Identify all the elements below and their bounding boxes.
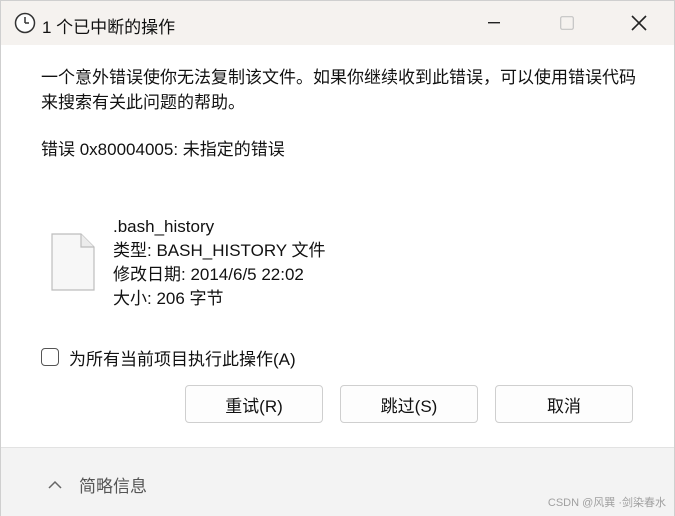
fewer-details-toggle[interactable]: 简略信息 [47, 472, 147, 497]
close-button[interactable] [616, 1, 662, 45]
maximize-button [544, 1, 590, 45]
minimize-icon [488, 22, 500, 24]
window-title: 1 个已中断的操作 [42, 18, 176, 37]
error-code: 错误 0x80004005: 未指定的错误 [41, 140, 285, 159]
file-icon [51, 233, 95, 291]
apply-to-all-checkbox[interactable] [41, 348, 59, 366]
file-details: .bash_history 类型: BASH_HISTORY 文件 修改日期: … [113, 215, 326, 311]
file-name: .bash_history [113, 217, 215, 236]
dialog-body: 一个意外错误使你无法复制该文件。如果你继续收到此错误，可以使用错误代码来搜索有关… [1, 45, 674, 447]
copy-error-dialog: 1 个已中断的操作 一个意外错误使你无法复制该文件。如果你继续收到此错误，可以使… [0, 0, 675, 516]
maximize-icon [560, 16, 574, 30]
apply-to-all-label[interactable]: 为所有当前项目执行此操作(A) [69, 345, 296, 370]
title-bar[interactable]: 1 个已中断的操作 [1, 1, 674, 45]
chevron-up-icon [48, 480, 62, 489]
cancel-button[interactable]: 取消 [495, 385, 633, 423]
file-modified-date: 修改日期: 2014/6/5 22:02 [113, 265, 304, 284]
file-type: 类型: BASH_HISTORY 文件 [113, 241, 326, 260]
watermark: CSDN @风巽 ·剑染春水 [547, 497, 666, 509]
file-size: 大小: 206 字节 [113, 289, 224, 308]
error-message: 一个意外错误使你无法复制该文件。如果你继续收到此错误，可以使用错误代码来搜索有关… [41, 68, 636, 112]
fewer-details-label[interactable]: 简略信息 [79, 472, 147, 497]
close-icon [631, 15, 647, 31]
dialog-footer: 简略信息 CSDN @风巽 ·剑染春水 [1, 447, 674, 516]
retry-button[interactable]: 重试(R) [185, 385, 323, 423]
clock-icon [14, 12, 36, 34]
minimize-button[interactable] [471, 1, 517, 45]
skip-button[interactable]: 跳过(S) [340, 385, 478, 423]
apply-to-all-option[interactable]: 为所有当前项目执行此操作(A) [41, 345, 296, 369]
